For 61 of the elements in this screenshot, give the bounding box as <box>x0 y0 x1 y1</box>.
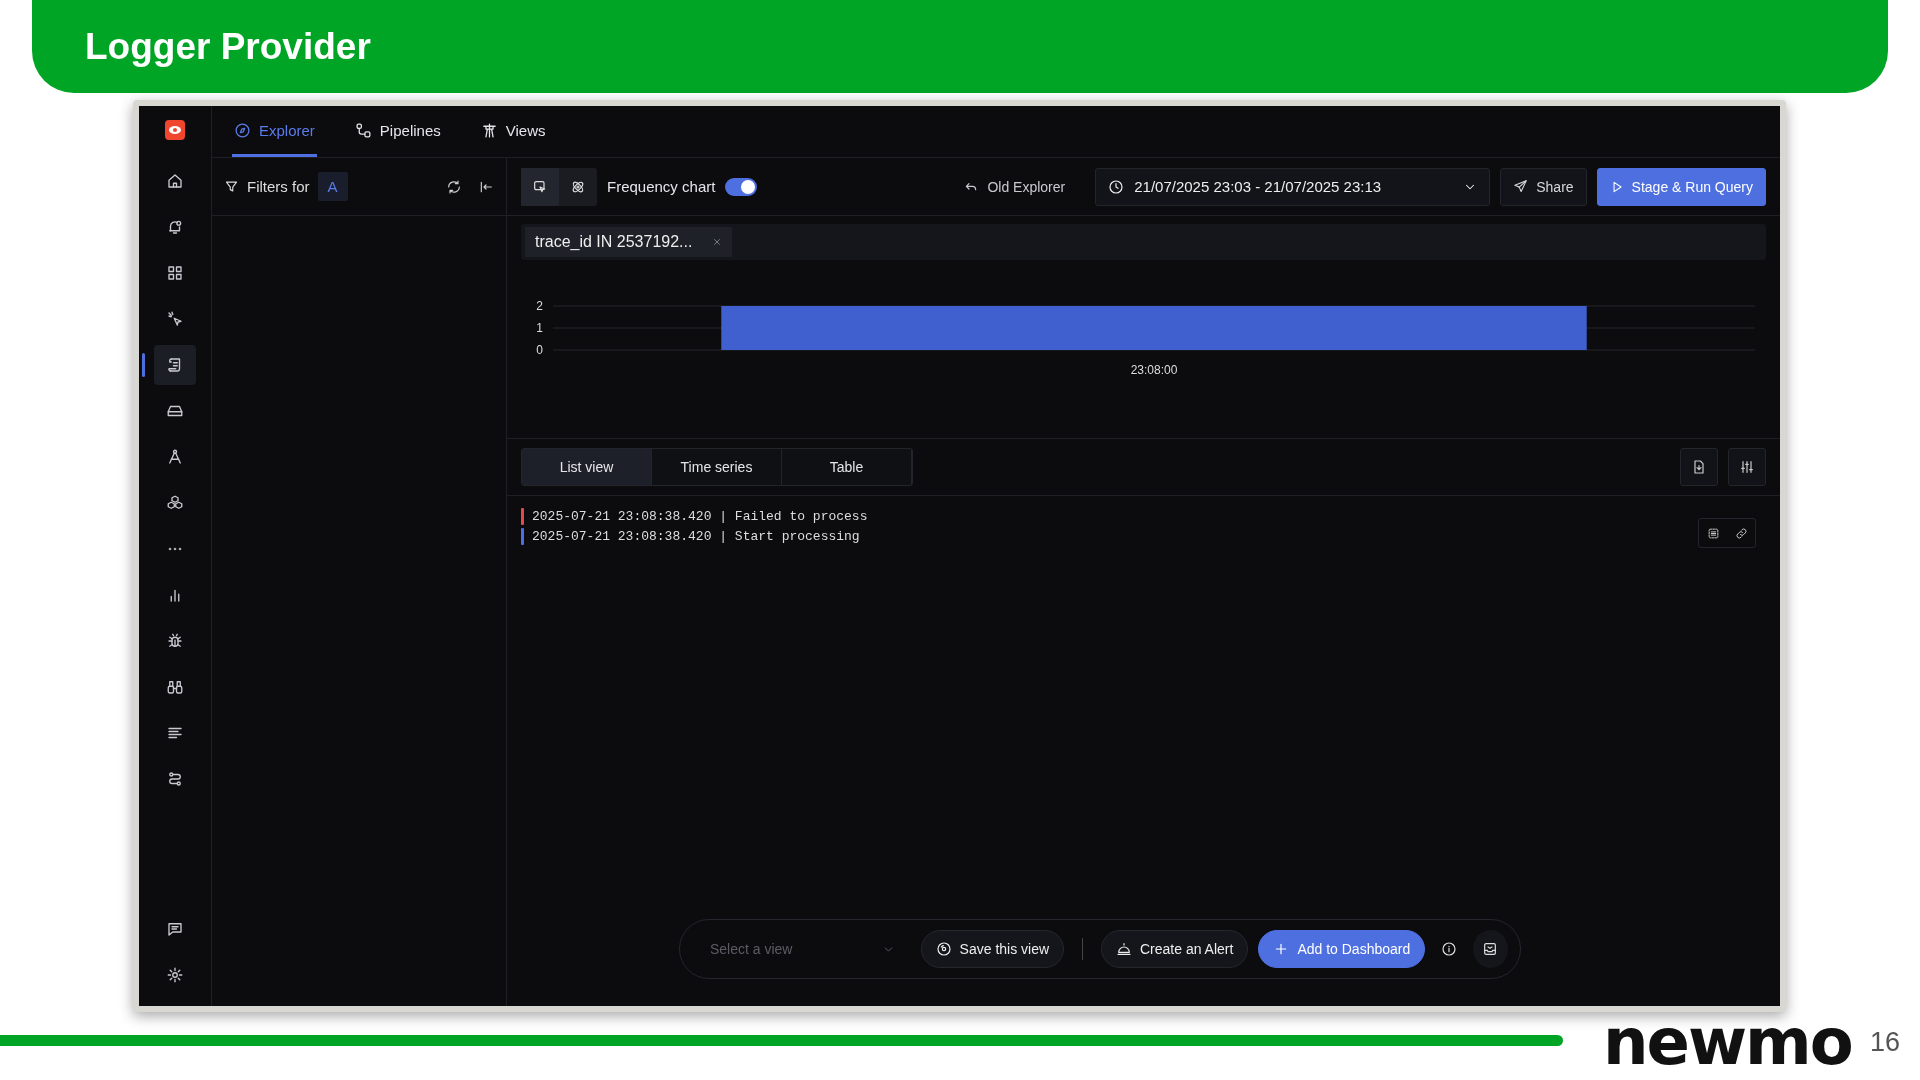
x-tick-label: 23:08:00 <box>1130 363 1178 377</box>
cubes-icon <box>166 494 184 512</box>
filters-label: Filters for <box>247 178 310 195</box>
clock-icon <box>1108 178 1125 195</box>
nav-tab[interactable]: Views <box>478 106 548 157</box>
view-tab[interactable]: Time series <box>652 449 782 485</box>
inbox-icon <box>1482 941 1499 957</box>
slide-title: Logger Provider <box>85 25 371 68</box>
grid-icon <box>166 264 184 282</box>
download-button[interactable] <box>1680 448 1718 486</box>
disc-icon <box>935 941 952 957</box>
cursor-select-icon <box>532 178 548 195</box>
more-icon <box>168 547 182 551</box>
page-number: 16 <box>1870 1027 1901 1058</box>
filter-bar[interactable]: trace_id IN 2537192... <box>521 224 1766 260</box>
old-explorer-button[interactable]: Old Explorer <box>957 177 1072 196</box>
nav-tab[interactable]: Pipelines <box>352 106 443 157</box>
compass-icon <box>166 448 184 466</box>
app-logo-icon <box>165 120 185 140</box>
y-tick-label: 0 <box>536 343 543 357</box>
log-line[interactable]: 2025-07-21 23:08:38.420 | Start processing <box>532 529 860 544</box>
frequency-chart-label: Frequency chart <box>607 178 716 195</box>
compass-icon <box>234 121 251 139</box>
log-line[interactable]: 2025-07-21 23:08:38.420 | Failed to process <box>532 509 868 524</box>
add-to-dashboard-button[interactable]: Add to Dashboard <box>1258 930 1426 968</box>
stage-run-query-button[interactable]: Stage & Run Query <box>1596 167 1766 206</box>
brand-logo: newmo <box>1603 1005 1852 1079</box>
time-range-picker[interactable]: 21/07/2025 23:03 - 21/07/2025 23:13 <box>1095 167 1491 206</box>
chat-icon <box>166 920 184 938</box>
tower-icon <box>480 121 498 139</box>
refresh-icon <box>446 178 462 195</box>
query-badge[interactable]: A <box>317 172 348 201</box>
filter-icon <box>224 179 239 194</box>
send-icon <box>1513 179 1529 194</box>
close-icon <box>712 236 723 247</box>
list-box-icon <box>1706 526 1720 540</box>
filter-chip[interactable]: trace_id IN 2537192... <box>525 227 733 257</box>
view-tab[interactable]: List view <box>522 449 652 485</box>
bell-icon <box>166 218 184 236</box>
info-icon <box>1441 941 1458 957</box>
cursor-icon <box>166 310 184 328</box>
nodes-icon <box>354 121 372 139</box>
service-bell-icon <box>1116 941 1132 957</box>
frequency-chart-toggle[interactable] <box>725 177 758 196</box>
link-icon <box>1734 526 1748 540</box>
share-button[interactable]: Share <box>1500 167 1587 206</box>
file-download-icon <box>1691 459 1707 475</box>
column-settings-button[interactable] <box>1728 448 1766 486</box>
create-alert-button[interactable]: Create an Alert <box>1101 930 1249 968</box>
sliders-icon <box>1739 459 1755 475</box>
route-icon <box>166 770 184 788</box>
nav-tab[interactable]: Explorer <box>232 106 317 157</box>
y-tick-label: 1 <box>536 321 543 335</box>
view-tab[interactable]: Table <box>782 449 912 485</box>
home-icon <box>166 172 184 190</box>
save-view-button[interactable]: Save this view <box>920 930 1065 968</box>
inbox-button[interactable] <box>1472 930 1508 968</box>
y-tick-label: 2 <box>536 299 543 313</box>
bug-icon <box>166 632 184 650</box>
binoculars-icon <box>166 678 184 696</box>
settings-icon <box>166 966 184 984</box>
